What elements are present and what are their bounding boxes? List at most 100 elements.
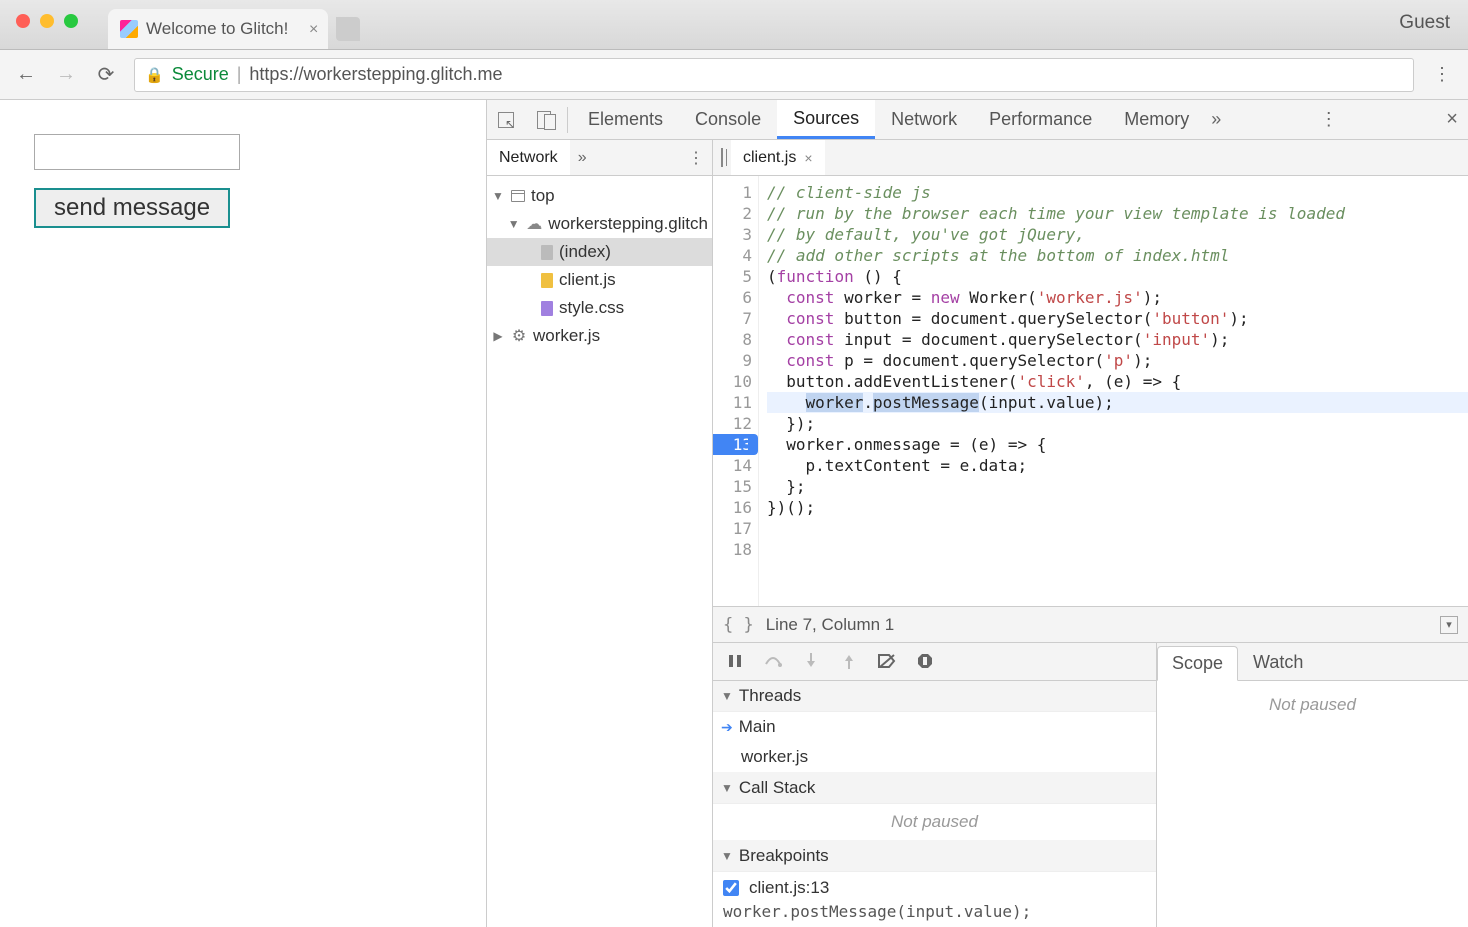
breakpoint-item[interactable]: client.js:13	[713, 872, 1156, 902]
tab-memory[interactable]: Memory	[1108, 100, 1205, 139]
secure-label: Secure	[172, 64, 229, 85]
sources-body: Network » ⋮ ▼top ▼☁workerstepping.glitch…	[487, 140, 1468, 927]
callstack-header[interactable]: ▼Call Stack	[713, 772, 1156, 804]
step-over-button	[763, 651, 783, 671]
step-into-button	[801, 651, 821, 671]
devtools-close-icon[interactable]: ×	[1446, 108, 1458, 131]
tree-label: (index)	[559, 242, 611, 262]
navigator-pane: Network » ⋮ ▼top ▼☁workerstepping.glitch…	[487, 140, 713, 927]
section-title: Call Stack	[739, 778, 816, 798]
scope-watch-tabs: Scope Watch	[1157, 643, 1468, 681]
chrome-menu-icon[interactable]: ⋮	[1430, 64, 1454, 85]
navigator-tab-network[interactable]: Network	[487, 140, 570, 175]
tree-label: style.css	[559, 298, 624, 318]
devtools-settings-icon[interactable]: ⋮	[1320, 109, 1338, 130]
tree-label: top	[531, 186, 555, 206]
cloud-icon: ☁	[526, 216, 542, 232]
pretty-print-icon[interactable]: { }	[723, 615, 754, 635]
new-tab-button[interactable]	[336, 17, 360, 41]
lock-icon: 🔒	[145, 66, 164, 84]
breakpoint-label: client.js:13	[749, 878, 829, 898]
file-tree: ▼top ▼☁workerstepping.glitch (index) cli…	[487, 176, 712, 927]
tab-watch[interactable]: Watch	[1238, 645, 1318, 680]
webpage-viewport: send message	[0, 100, 487, 927]
address-bar: ← → ⟳ 🔒 Secure | https://workerstepping.…	[0, 50, 1468, 100]
tree-frame-top[interactable]: ▼top	[487, 182, 712, 210]
js-file-icon	[541, 273, 553, 288]
threads-header[interactable]: ▼Threads	[713, 681, 1156, 713]
code-editor[interactable]: 123456789101112131415161718 // client-si…	[713, 176, 1468, 606]
url-text: https://workerstepping.glitch.me	[249, 64, 502, 85]
devtools-panel: Elements Console Sources Network Perform…	[487, 100, 1468, 927]
breakpoints-header[interactable]: ▼Breakpoints	[713, 840, 1156, 872]
tab-console[interactable]: Console	[679, 100, 777, 139]
pause-on-exceptions-button[interactable]	[915, 651, 935, 671]
tab-performance[interactable]: Performance	[973, 100, 1108, 139]
favicon-icon	[120, 20, 138, 38]
tab-title: Welcome to Glitch!	[146, 19, 288, 39]
toggle-navigator-icon[interactable]	[713, 149, 731, 167]
separator: |	[237, 64, 242, 85]
tree-label: client.js	[559, 270, 616, 290]
tree-worker[interactable]: ▶⚙worker.js	[487, 322, 712, 350]
step-out-button	[839, 651, 859, 671]
debugger-toolbar	[713, 643, 1156, 681]
device-toolbar-icon[interactable]	[525, 111, 563, 129]
debugger-pane: ▼Threads Main worker.js ▼Call Stack Not …	[713, 642, 1468, 927]
debugger-left: ▼Threads Main worker.js ▼Call Stack Not …	[713, 643, 1157, 927]
tab-network[interactable]: Network	[875, 100, 973, 139]
main-split: send message Elements Console Sources Ne…	[0, 100, 1468, 927]
pause-button[interactable]	[725, 651, 745, 671]
tree-label: workerstepping.glitch	[548, 214, 708, 234]
breakpoint-code: worker.postMessage(input.value);	[713, 902, 1156, 927]
minimize-window-icon[interactable]	[40, 14, 54, 28]
thread-main[interactable]: Main	[713, 712, 1156, 742]
devtools-tab-bar: Elements Console Sources Network Perform…	[487, 100, 1468, 140]
editor-tab-label: client.js	[743, 149, 796, 167]
reload-button[interactable]: ⟳	[94, 63, 118, 87]
callstack-status: Not paused	[713, 804, 1156, 840]
send-message-button[interactable]: send message	[34, 188, 230, 228]
section-title: Threads	[739, 686, 801, 706]
debugger-right: Scope Watch Not paused	[1157, 643, 1468, 927]
profile-label[interactable]: Guest	[1399, 12, 1450, 34]
breakpoint-checkbox[interactable]	[723, 880, 739, 896]
tab-overflow-icon[interactable]: »	[1211, 109, 1221, 130]
cursor-position: Line 7, Column 1	[766, 615, 895, 635]
toggle-drawer-icon[interactable]: ▾	[1440, 616, 1458, 634]
tree-file-index[interactable]: (index)	[487, 238, 712, 266]
traffic-lights	[16, 14, 78, 28]
message-input[interactable]	[34, 134, 240, 170]
omnibox[interactable]: 🔒 Secure | https://workerstepping.glitch…	[134, 58, 1414, 92]
close-tab-icon[interactable]: ×	[804, 150, 812, 166]
inspect-element-icon[interactable]	[487, 112, 525, 128]
scope-status: Not paused	[1157, 687, 1468, 723]
tree-file-clientjs[interactable]: client.js	[487, 266, 712, 294]
editor-pane: client.js × 123456789101112131415161718 …	[713, 140, 1468, 927]
tree-domain[interactable]: ▼☁workerstepping.glitch	[487, 210, 712, 238]
navigator-menu-icon[interactable]: ⋮	[688, 148, 704, 168]
line-gutter[interactable]: 123456789101112131415161718	[713, 176, 759, 606]
thread-worker[interactable]: worker.js	[713, 742, 1156, 772]
section-title: Breakpoints	[739, 846, 829, 866]
navigator-tabs: Network » ⋮	[487, 140, 712, 176]
tree-label: worker.js	[533, 326, 600, 346]
browser-tab[interactable]: Welcome to Glitch! ×	[108, 9, 328, 49]
code-area[interactable]: // client-side js// run by the browser e…	[759, 176, 1468, 606]
tab-elements[interactable]: Elements	[572, 100, 679, 139]
editor-tab-clientjs[interactable]: client.js ×	[731, 140, 825, 175]
back-button[interactable]: ←	[14, 63, 38, 87]
navigator-overflow-icon[interactable]: »	[570, 149, 595, 167]
maximize-window-icon[interactable]	[64, 14, 78, 28]
deactivate-breakpoints-button[interactable]	[877, 651, 897, 671]
window-titlebar: Welcome to Glitch! × Guest	[0, 0, 1468, 50]
close-window-icon[interactable]	[16, 14, 30, 28]
document-icon	[541, 245, 553, 260]
tree-file-stylecss[interactable]: style.css	[487, 294, 712, 322]
gear-icon: ⚙	[511, 328, 527, 344]
close-tab-icon[interactable]: ×	[309, 21, 318, 39]
css-file-icon	[541, 301, 553, 316]
tab-scope[interactable]: Scope	[1157, 646, 1238, 681]
forward-button: →	[54, 63, 78, 87]
tab-sources[interactable]: Sources	[777, 100, 875, 139]
